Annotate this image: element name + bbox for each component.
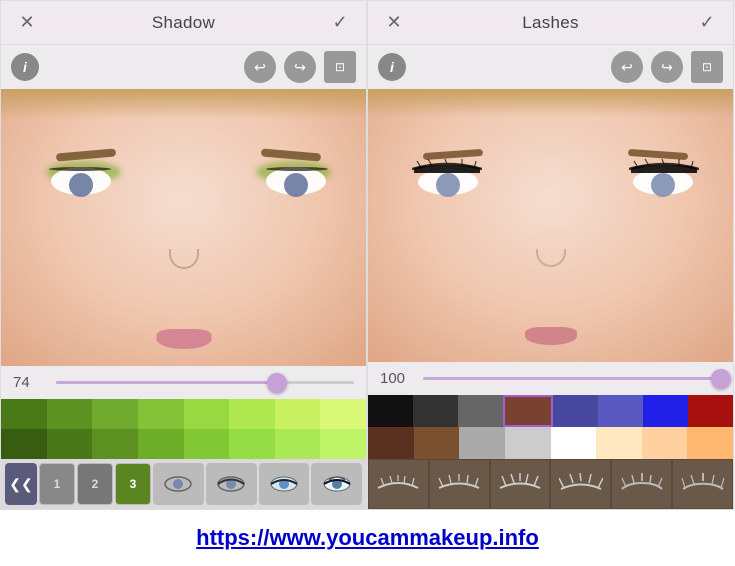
lash-color-lightgray[interactable] [505, 427, 551, 459]
color-swatch[interactable] [184, 399, 230, 429]
color-swatch[interactable] [275, 429, 321, 459]
lashes-face-preview [368, 89, 733, 362]
shadow-slider-track[interactable] [56, 381, 354, 384]
color-swatch[interactable] [229, 429, 275, 459]
lash-color-brightblue[interactable] [643, 395, 688, 427]
lash-color-mediumbrown[interactable] [414, 427, 460, 459]
lashes-close-button[interactable]: ✕ [380, 9, 408, 37]
lashes-info-button[interactable]: i [378, 53, 406, 81]
shadow-tool-3[interactable]: 3 [115, 463, 151, 505]
shadow-tools-row: ❮❮ 1 2 3 [1, 459, 366, 509]
color-swatch[interactable] [229, 399, 275, 429]
lashes-title: Lashes [522, 13, 579, 33]
shadow-close-button[interactable]: ✕ [13, 9, 41, 37]
lashes-color-row-1 [368, 395, 733, 427]
lashes-confirm-button[interactable]: ✓ [693, 9, 721, 37]
shadow-info-button[interactable]: i [11, 53, 39, 81]
color-swatch[interactable] [320, 399, 366, 429]
shadow-color-palette [1, 399, 366, 459]
lashes-slider-area: 100 [368, 362, 733, 395]
lashes-header: ✕ Lashes ✓ [368, 1, 733, 45]
shadow-undo-button[interactable]: ↩ [244, 51, 276, 83]
shadow-title: Shadow [152, 13, 215, 33]
shadow-eye-style-4[interactable] [311, 463, 362, 505]
shadow-tool-2[interactable]: 2 [77, 463, 113, 505]
lashes-undo-button[interactable]: ↩ [611, 51, 643, 83]
lash-style-1[interactable] [368, 459, 429, 509]
shadow-eye-style-3[interactable] [259, 463, 310, 505]
color-swatch[interactable] [92, 429, 138, 459]
lash-color-red[interactable] [688, 395, 733, 427]
lash-color-darkbrown[interactable] [368, 427, 414, 459]
color-swatch[interactable] [1, 399, 47, 429]
lash-color-darkgray[interactable] [413, 395, 458, 427]
color-swatch[interactable] [1, 429, 47, 459]
color-swatch[interactable] [47, 399, 93, 429]
lashes-redo-button[interactable]: ↪ [651, 51, 683, 83]
lash-style-2[interactable] [429, 459, 490, 509]
shadow-face-preview [1, 89, 366, 366]
color-swatch[interactable] [275, 399, 321, 429]
lashes-panel: ✕ Lashes ✓ i ↩ ↪ ⊡ [367, 0, 734, 510]
color-swatch[interactable] [320, 429, 366, 459]
lash-color-peach[interactable] [642, 427, 688, 459]
lash-color-darkblue[interactable] [553, 395, 598, 427]
lash-color-black[interactable] [368, 395, 413, 427]
shadow-eye-style-2[interactable] [206, 463, 257, 505]
lashes-compare-button[interactable]: ⊡ [691, 51, 723, 83]
shadow-panel: ✕ Shadow ✓ i ↩ ↪ ⊡ [0, 0, 367, 510]
lash-style-6[interactable] [672, 459, 733, 509]
color-swatch[interactable] [47, 429, 93, 459]
shadow-confirm-button[interactable]: ✓ [326, 9, 354, 37]
lash-color-gold[interactable] [687, 427, 733, 459]
lash-color-cream[interactable] [596, 427, 642, 459]
lash-color-white[interactable] [551, 427, 597, 459]
color-swatch[interactable] [138, 399, 184, 429]
lashes-slider-track[interactable] [423, 377, 721, 380]
shadow-compare-button[interactable]: ⊡ [324, 51, 356, 83]
lash-color-gray[interactable] [458, 395, 503, 427]
color-swatch[interactable] [184, 429, 230, 459]
lash-style-5[interactable] [611, 459, 672, 509]
lashes-color-row-2 [368, 427, 733, 459]
footer: https://www.youcammakeup.info [0, 510, 735, 566]
website-link[interactable]: https://www.youcammakeup.info [196, 525, 539, 551]
color-swatch[interactable] [138, 429, 184, 459]
lashes-slider-value: 100 [380, 370, 415, 387]
shadow-header: ✕ Shadow ✓ [1, 1, 366, 45]
lash-style-4[interactable] [550, 459, 611, 509]
lash-style-3[interactable] [490, 459, 551, 509]
color-swatch[interactable] [92, 399, 138, 429]
shadow-tool-1[interactable]: 1 [39, 463, 75, 505]
shadow-chevron-button[interactable]: ❮❮ [5, 463, 37, 505]
lashes-style-row [368, 459, 733, 509]
lash-color-silver[interactable] [459, 427, 505, 459]
lash-color-blue[interactable] [598, 395, 643, 427]
shadow-eye-style-1[interactable] [153, 463, 204, 505]
lash-color-brown[interactable] [503, 395, 552, 427]
shadow-redo-button[interactable]: ↪ [284, 51, 316, 83]
shadow-slider-area: 74 [1, 366, 366, 399]
shadow-slider-value: 74 [13, 374, 48, 391]
